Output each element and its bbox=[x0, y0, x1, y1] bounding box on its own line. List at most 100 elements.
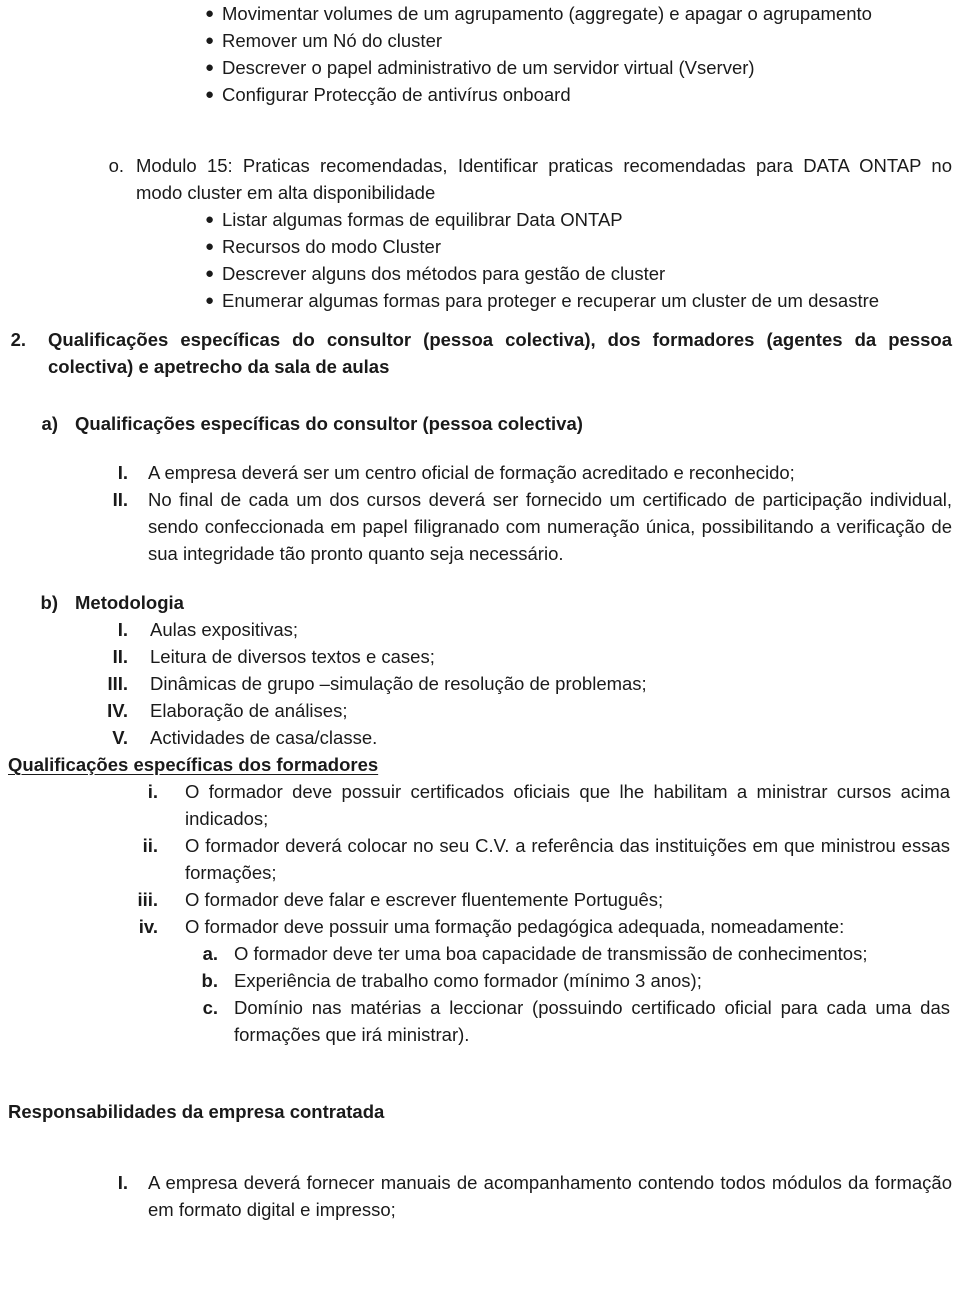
bullet-icon: ● bbox=[205, 59, 215, 76]
list-item-marker: I. bbox=[117, 462, 128, 483]
list-item: iii. O formador deve falar e escrever fl… bbox=[0, 886, 960, 913]
list-item-text: A empresa deverá fornecer manuais de aco… bbox=[148, 1172, 952, 1220]
bullet-icon: ● bbox=[205, 265, 215, 282]
list-item-text: Descrever alguns dos métodos para gestão… bbox=[222, 263, 666, 284]
module-item: o. Modulo 15: Praticas recomendadas, Ide… bbox=[0, 152, 960, 206]
list-item: ● Descrever o papel administrativo de um… bbox=[0, 54, 960, 81]
list-item-marker: i. bbox=[147, 781, 158, 802]
list-item: ● Configurar Protecção de antivírus onbo… bbox=[0, 81, 960, 108]
top-bullet-list: ● Movimentar volumes de um agrupamento (… bbox=[0, 0, 960, 108]
list-item-text: O formador deve ter uma boa capacidade d… bbox=[234, 943, 868, 964]
list-item-text: Recursos do modo Cluster bbox=[222, 236, 442, 257]
module-bullet-list: ● Listar algumas formas de equilibrar Da… bbox=[0, 206, 960, 314]
list-item-text: Remover um Nó do cluster bbox=[222, 30, 443, 51]
subsection-a-heading: a) Qualificações específicas do consulto… bbox=[0, 410, 960, 437]
list-item-marker: I. bbox=[117, 1172, 128, 1193]
list-item: III. Dinâmicas de grupo –simulação de re… bbox=[0, 670, 960, 697]
list-item: V. Actividades de casa/classe. bbox=[0, 724, 960, 751]
trainers-sublist: a. O formador deve ter uma boa capacidad… bbox=[0, 940, 960, 1048]
list-item-marker: III. bbox=[107, 673, 128, 694]
list-item: c. Domínio nas matérias a leccionar (pos… bbox=[0, 994, 960, 1048]
module-item-text: Modulo 15: Praticas recomendadas, Identi… bbox=[136, 155, 952, 203]
list-item: ● Descrever alguns dos métodos para gest… bbox=[0, 260, 960, 287]
list-item: I. A empresa deverá fornecer manuais de … bbox=[0, 1169, 960, 1223]
list-item: b. Experiência de trabalho como formador… bbox=[0, 967, 960, 994]
list-item: ● Recursos do modo Cluster bbox=[0, 233, 960, 260]
list-item: i. O formador deve possuir certificados … bbox=[0, 778, 960, 832]
list-item-text: Experiência de trabalho como formador (m… bbox=[234, 970, 702, 991]
list-item: ● Enumerar algumas formas para proteger … bbox=[0, 287, 960, 314]
subsection-a-marker: a) bbox=[41, 413, 58, 434]
list-item-text: Descrever o papel administrativo de um s… bbox=[222, 57, 755, 78]
list-item: IV. Elaboração de análises; bbox=[0, 697, 960, 724]
list-item-marker: V. bbox=[112, 727, 128, 748]
list-item-text: Domínio nas matérias a leccionar (possui… bbox=[234, 997, 950, 1045]
section-2-heading: 2. Qualificações específicas do consulto… bbox=[0, 326, 960, 380]
list-item-text: O formador deve possuir certificados ofi… bbox=[185, 781, 950, 829]
bullet-icon: ● bbox=[205, 211, 215, 228]
list-item-marker: II. bbox=[112, 489, 128, 510]
list-item: ● Listar algumas formas de equilibrar Da… bbox=[0, 206, 960, 233]
list-item-text: Aulas expositivas; bbox=[150, 619, 299, 640]
subsection-b-title: Metodologia bbox=[75, 592, 184, 613]
list-item: I. Aulas expositivas; bbox=[0, 616, 960, 643]
bullet-icon: ● bbox=[205, 292, 215, 309]
list-item-text: Actividades de casa/classe. bbox=[150, 727, 378, 748]
list-item-marker: I. bbox=[117, 619, 128, 640]
subsection-a-list: I. A empresa deverá ser um centro oficia… bbox=[0, 459, 960, 567]
list-item-text: Enumerar algumas formas para proteger e … bbox=[222, 290, 880, 311]
list-item: I. A empresa deverá ser um centro oficia… bbox=[0, 459, 960, 486]
bullet-icon: ● bbox=[205, 238, 215, 255]
bullet-icon: ● bbox=[205, 5, 215, 22]
list-item-text: Leitura de diversos textos e cases; bbox=[150, 646, 435, 667]
section-2-marker: 2. bbox=[10, 329, 26, 350]
list-item-text: O formador deve possuir uma formação ped… bbox=[185, 916, 845, 937]
trainers-list: i. O formador deve possuir certificados … bbox=[0, 778, 960, 940]
list-item-marker: IV. bbox=[107, 700, 128, 721]
list-item-text: Listar algumas formas de equilibrar Data… bbox=[222, 209, 623, 230]
responsibilities-heading: Responsabilidades da empresa contratada bbox=[8, 1101, 385, 1122]
bullet-icon: ● bbox=[205, 86, 215, 103]
responsibilities-heading-wrap: Responsabilidades da empresa contratada bbox=[0, 1098, 960, 1125]
trainers-heading-wrap: Qualificações específicas dos formadores bbox=[0, 751, 960, 778]
list-item-text: No final de cada um dos cursos deverá se… bbox=[148, 489, 952, 564]
list-item-text: Elaboração de análises; bbox=[150, 700, 348, 721]
list-item-text: A empresa deverá ser um centro oficial d… bbox=[148, 462, 795, 483]
list-item-marker: iv. bbox=[138, 916, 158, 937]
list-item: ● Movimentar volumes de um agrupamento (… bbox=[0, 0, 960, 27]
list-item: a. O formador deve ter uma boa capacidad… bbox=[0, 940, 960, 967]
list-item: ii. O formador deverá colocar no seu C.V… bbox=[0, 832, 960, 886]
list-item-marker: a. bbox=[202, 943, 218, 964]
list-item-marker: ii. bbox=[142, 835, 158, 856]
list-item-marker: iii. bbox=[137, 889, 158, 910]
responsibilities-list: I. A empresa deverá fornecer manuais de … bbox=[0, 1169, 960, 1223]
list-item-marker: II. bbox=[112, 646, 128, 667]
subsection-a-title: Qualificações específicas do consultor (… bbox=[75, 413, 583, 434]
section-2-title: Qualificações específicas do consultor (… bbox=[48, 329, 952, 377]
module-item-marker: o. bbox=[108, 155, 124, 176]
list-item-marker: b. bbox=[201, 970, 218, 991]
list-item-text: Movimentar volumes de um agrupamento (ag… bbox=[222, 3, 872, 24]
list-item-text: O formador deve falar e escrever fluente… bbox=[185, 889, 664, 910]
list-item: iv. O formador deve possuir uma formação… bbox=[0, 913, 960, 940]
list-item-text: O formador deverá colocar no seu C.V. a … bbox=[185, 835, 950, 883]
list-item: ● Remover um Nó do cluster bbox=[0, 27, 960, 54]
bullet-icon: ● bbox=[205, 32, 215, 49]
list-item: II. Leitura de diversos textos e cases; bbox=[0, 643, 960, 670]
list-item-text: Dinâmicas de grupo –simulação de resoluç… bbox=[150, 673, 647, 694]
trainers-heading: Qualificações específicas dos formadores bbox=[8, 754, 379, 775]
subsection-b-list: I. Aulas expositivas; II. Leitura de div… bbox=[0, 616, 960, 751]
subsection-b-heading: b) Metodologia bbox=[0, 589, 960, 616]
list-item-text: Configurar Protecção de antivírus onboar… bbox=[222, 84, 571, 105]
list-item-marker: c. bbox=[202, 997, 218, 1018]
list-item: II. No final de cada um dos cursos dever… bbox=[0, 486, 960, 567]
document-page: ● Movimentar volumes de um agrupamento (… bbox=[0, 0, 960, 1297]
subsection-b-marker: b) bbox=[40, 592, 58, 613]
